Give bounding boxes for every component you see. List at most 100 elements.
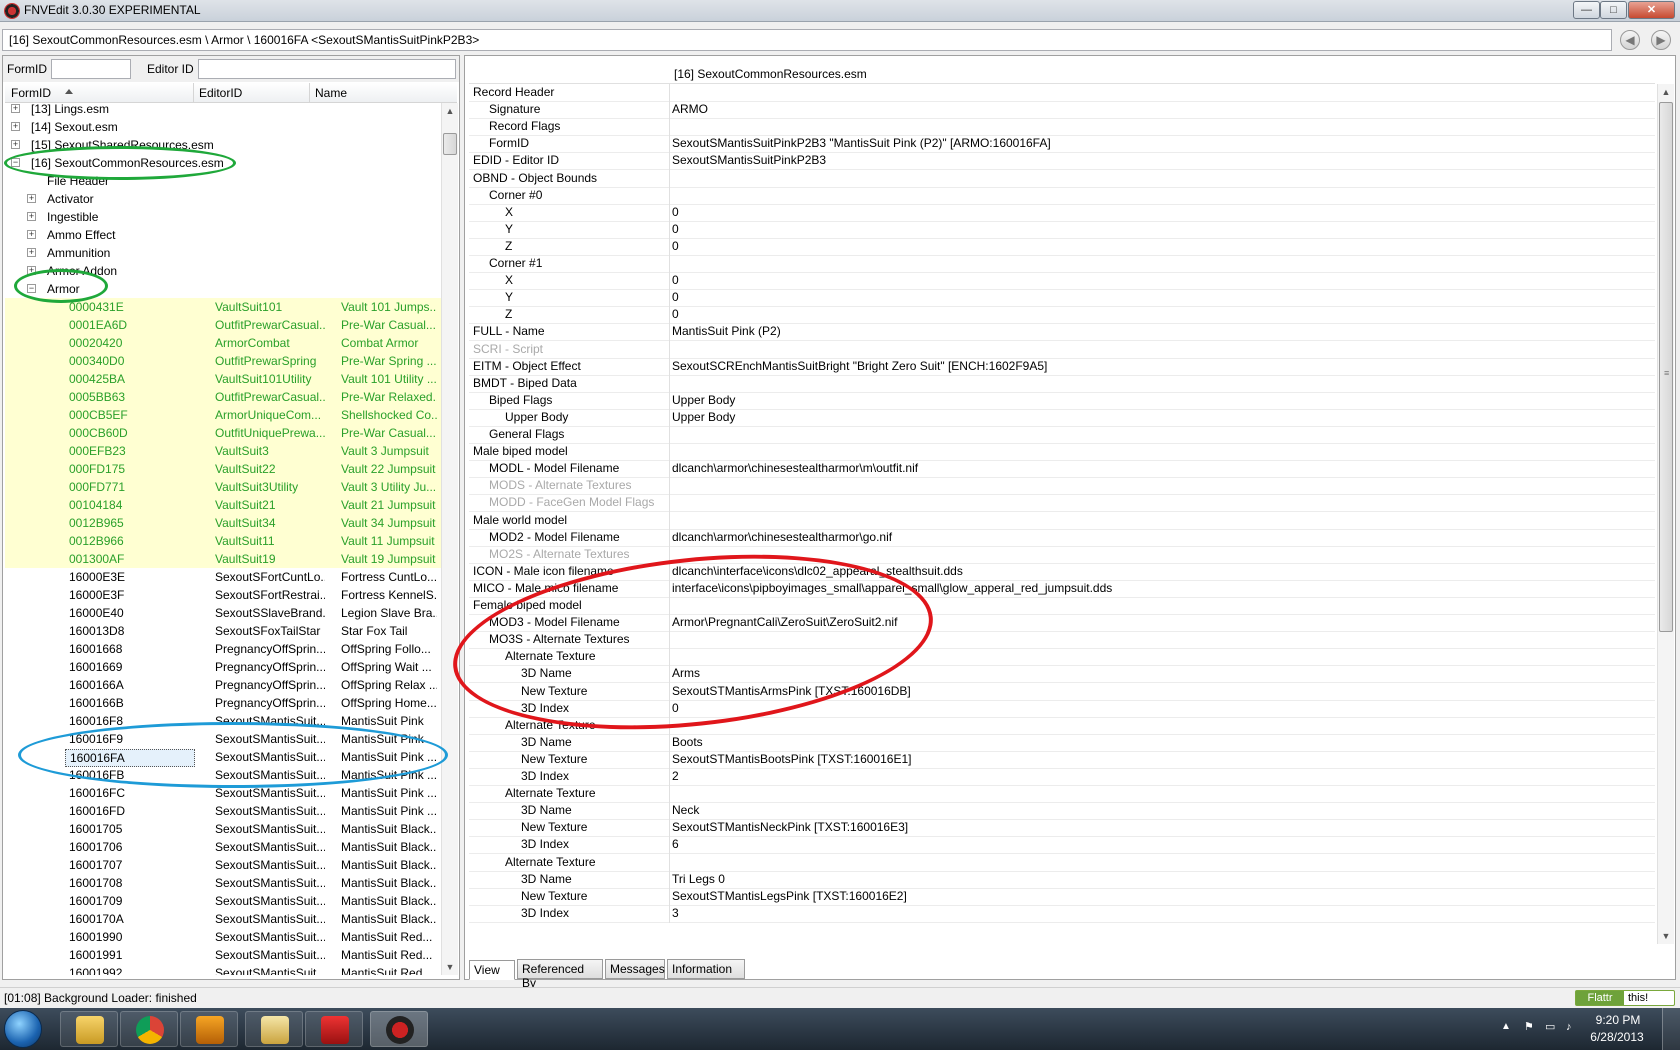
table-row[interactable]: 160016FD SexoutSMantisSuit... MantisSuit P… — [5, 802, 441, 820]
field-value[interactable]: SexoutSTMantisBootsPink [TXST:160016E1] — [672, 751, 911, 768]
scroll-up-icon[interactable]: ▲ — [1658, 84, 1674, 100]
taskbar-file-manager[interactable] — [245, 1011, 303, 1047]
taskbar-winamp[interactable] — [180, 1011, 238, 1047]
table-row[interactable]: 16000E40 SexoutSSlaveBrand... Legion Slave… — [5, 604, 441, 622]
view-row[interactable]: 3D Index 3 — [469, 904, 1655, 923]
view-row[interactable]: Y0 — [469, 289, 1655, 308]
view-row[interactable]: OBND - Object Bounds — [469, 169, 1655, 188]
view-row[interactable]: 3D Index 6 — [469, 836, 1655, 855]
column-header-name[interactable]: Name — [315, 86, 347, 100]
flattr-button[interactable]: Flattr this! — [1575, 990, 1675, 1006]
table-row[interactable]: 0012B965 VaultSuit34 Vault 34 Jumpsuit — [5, 514, 441, 532]
expand-icon[interactable]: + — [11, 140, 20, 149]
tree-node[interactable]: + Ingestible — [5, 208, 441, 226]
table-row[interactable]: 1600166A PregnancyOffSprin... OffSpring Re… — [5, 676, 441, 694]
table-row[interactable]: 160013D8 SexoutSFoxTailStar Star Fox Tail — [5, 622, 441, 640]
table-row[interactable]: 0005BB63 OutfitPrewarCasual... Pre-War Rel… — [5, 388, 441, 406]
field-value[interactable]: 0 — [672, 289, 679, 306]
field-value[interactable]: 6 — [672, 836, 679, 853]
field-value[interactable]: 2 — [672, 768, 679, 785]
tree-node[interactable]: + Ammunition — [5, 244, 441, 262]
minimize-button[interactable]: — — [1573, 1, 1600, 19]
close-button[interactable]: ✕ — [1628, 1, 1675, 19]
table-row[interactable]: 16001707 SexoutSMantisSuit... MantisSuit B… — [5, 856, 441, 874]
view-row[interactable]: Record Header — [469, 84, 1655, 102]
view-row[interactable]: MODD - FaceGen Model Flags — [469, 494, 1655, 513]
field-value[interactable]: SexoutSTMantisLegsPink [TXST:160016E2] — [672, 888, 907, 905]
back-arrow-icon[interactable]: ◀ — [1620, 30, 1640, 50]
table-row[interactable]: 000425BA VaultSuit101Utility Vault 101 Uti… — [5, 370, 441, 388]
scroll-down-icon[interactable]: ▼ — [1658, 928, 1674, 944]
table-row[interactable]: 16001708 SexoutSMantisSuit... MantisSuit B… — [5, 874, 441, 892]
view-row[interactable]: FormID SexoutSMantisSuitPinkP2B3 "MantisS… — [469, 135, 1655, 154]
column-divider[interactable] — [193, 83, 194, 103]
field-value[interactable]: SexoutSCREnchMantisSuitBright "Bright Ze… — [672, 358, 1047, 375]
forward-arrow-icon[interactable]: ▶ — [1651, 30, 1671, 50]
table-row[interactable]: 16000E3F SexoutSFortRestrai... Fortress Ke… — [5, 586, 441, 604]
scroll-down-icon[interactable]: ▼ — [442, 959, 458, 975]
table-row[interactable]: 16000E3E SexoutSFortCuntLo... Fortress Cun… — [5, 568, 441, 586]
show-desktop-button[interactable] — [1662, 1008, 1680, 1050]
view-row[interactable]: 3D Name Tri Legs 0 — [469, 870, 1655, 889]
tab-view[interactable]: View — [469, 960, 515, 980]
field-value[interactable]: Tri Legs 0 — [672, 871, 725, 888]
taskbar-explorer[interactable] — [60, 1011, 118, 1047]
view-row[interactable]: MO2S - Alternate Textures — [469, 545, 1655, 564]
table-row[interactable]: 16001991 SexoutSMantisSuit... MantisSuit R… — [5, 946, 441, 964]
expand-icon[interactable]: + — [27, 230, 36, 239]
view-row[interactable]: Alternate Texture — [469, 785, 1655, 804]
scrollbar-thumb[interactable] — [443, 133, 457, 155]
table-row[interactable]: 00020420 ArmorCombat Combat Armor — [5, 334, 441, 352]
expand-icon[interactable]: + — [11, 122, 20, 131]
table-row[interactable]: 16001992 SexoutSMantisSuit... MantisSuit R… — [5, 964, 441, 975]
view-row[interactable]: SCRI - Script — [469, 340, 1655, 359]
column-header-editorid[interactable]: EditorID — [199, 86, 242, 100]
table-row[interactable]: 000FD771 VaultSuit3Utility Vault 3 Utility… — [5, 478, 441, 496]
field-value[interactable]: MantisSuit Pink (P2) — [672, 323, 781, 340]
table-row[interactable]: 000FD175 VaultSuit22 Vault 22 Jumpsuit — [5, 460, 441, 478]
field-value[interactable]: 0 — [672, 306, 679, 323]
taskbar-fnvedit[interactable] — [370, 1011, 428, 1047]
expand-icon[interactable]: + — [27, 248, 36, 257]
table-row[interactable]: 000CB60D OutfitUniquePrewa... Pre-War Casu… — [5, 424, 441, 442]
expand-icon[interactable]: + — [27, 194, 36, 203]
view-row[interactable]: Z0 — [469, 306, 1655, 325]
taskbar-flash[interactable] — [305, 1011, 363, 1047]
field-value[interactable]: Upper Body — [672, 409, 735, 426]
view-row[interactable]: Corner #0 — [469, 186, 1655, 205]
view-row[interactable]: Male world model — [469, 511, 1655, 530]
tree-scrollbar[interactable]: ▲ ▼ — [441, 103, 458, 975]
view-row[interactable]: BMDT - Biped Data — [469, 374, 1655, 393]
tree-node[interactable]: + [13] Lings.esm — [5, 103, 441, 118]
tray-expand-icon[interactable]: ▲ — [1501, 1021, 1511, 1032]
field-value[interactable]: Neck — [672, 802, 699, 819]
field-value[interactable]: 0 — [672, 272, 679, 289]
view-row[interactable]: Biped Flags Upper Body — [469, 391, 1655, 410]
maximize-button[interactable]: □ — [1600, 1, 1627, 19]
view-row[interactable]: FULL - Name MantisSuit Pink (P2) — [469, 323, 1655, 342]
table-row[interactable]: 16001668 PregnancyOffSprin... OffSpring Fo… — [5, 640, 441, 658]
view-row[interactable]: 3D Name Boots — [469, 733, 1655, 752]
table-row[interactable]: 000EFB23 VaultSuit3 Vault 3 Jumpsuit — [5, 442, 441, 460]
column-header-formid[interactable]: FormID — [11, 86, 51, 100]
field-value[interactable]: 0 — [672, 238, 679, 255]
table-row[interactable]: 000340D0 OutfitPrewarSpring Pre-War Spring… — [5, 352, 441, 370]
view-scrollbar[interactable]: ▲ ≡ ▼ — [1657, 84, 1674, 944]
scrollbar-thumb[interactable]: ≡ — [1659, 102, 1673, 632]
view-row[interactable]: EDID - Editor ID SexoutSMantisSuitPinkP2B… — [469, 152, 1655, 171]
table-row[interactable]: 00104184 VaultSuit21 Vault 21 Jumpsuit — [5, 496, 441, 514]
view-row[interactable]: X0 — [469, 203, 1655, 222]
table-row[interactable]: 16001669 PregnancyOffSprin... OffSpring Wa… — [5, 658, 441, 676]
table-row[interactable]: 16001990 SexoutSMantisSuit... MantisSuit R… — [5, 928, 441, 946]
view-row[interactable]: MODL - Model Filename dlcanch\armor\chine… — [469, 460, 1655, 479]
view-row[interactable]: X0 — [469, 272, 1655, 291]
table-row[interactable]: 0012B966 VaultSuit11 Vault 11 Jumpsuit — [5, 532, 441, 550]
taskbar-chrome[interactable] — [120, 1011, 178, 1047]
table-row[interactable]: 000CB5EF ArmorUniqueCom... Shellshocked Co… — [5, 406, 441, 424]
record-tree[interactable]: + [13] Lings.esm + [14] Sexout.esm + [15] Sex… — [5, 103, 441, 975]
clock-date[interactable]: 6/28/2013 — [1582, 1030, 1652, 1044]
table-row[interactable]: 16001705 SexoutSMantisSuit... MantisSuit B… — [5, 820, 441, 838]
view-row[interactable]: Alternate Texture — [469, 853, 1655, 872]
view-row[interactable]: Corner #1 — [469, 255, 1655, 273]
clock-time[interactable]: 9:20 PM — [1588, 1013, 1648, 1027]
